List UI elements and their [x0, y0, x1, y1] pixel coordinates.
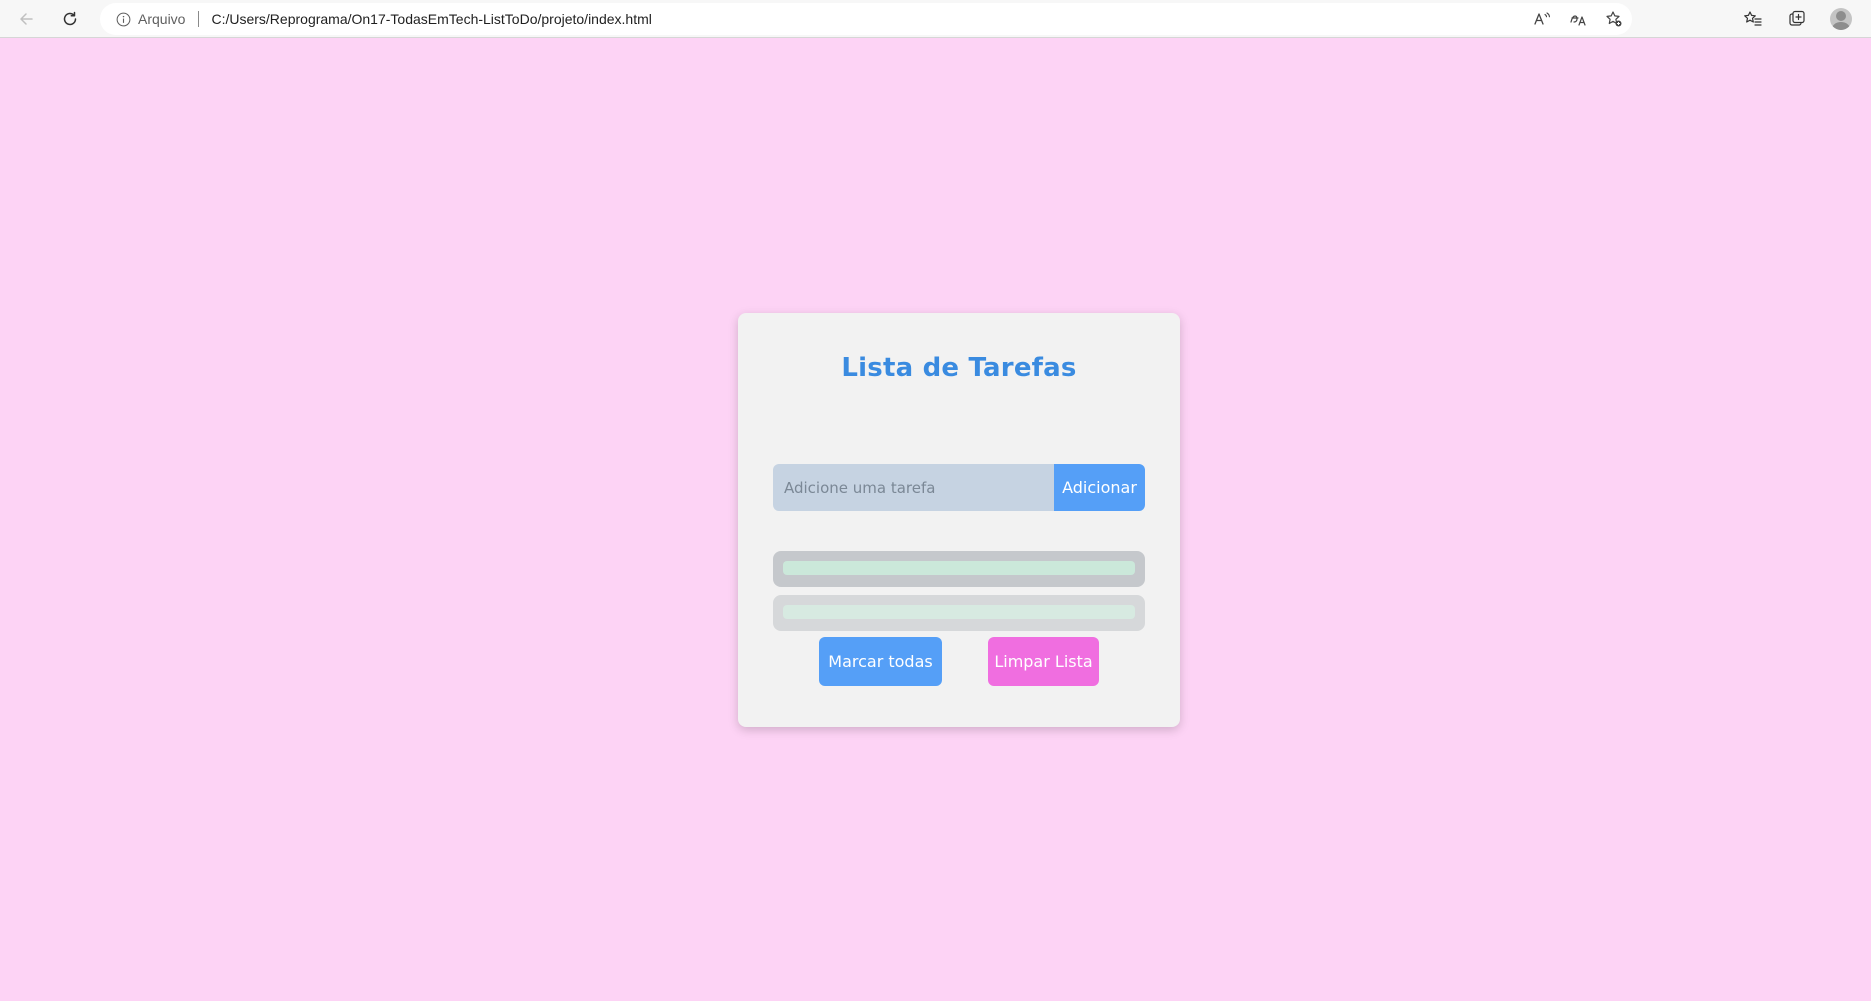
- collections-icon: [1789, 10, 1805, 26]
- info-icon: [116, 12, 131, 26]
- address-actions: [1524, 3, 1632, 35]
- address-separator: [198, 11, 200, 27]
- favorites-icon: [1744, 11, 1762, 26]
- add-favorite-button[interactable]: [1596, 3, 1632, 35]
- browser-toolbar-right: [1731, 0, 1871, 38]
- task-text: [783, 605, 1135, 619]
- task-item[interactable]: [773, 551, 1145, 587]
- back-button[interactable]: [11, 4, 41, 34]
- task-input[interactable]: [773, 464, 1054, 511]
- star-add-icon: [1606, 11, 1622, 27]
- collections-button[interactable]: [1775, 0, 1819, 38]
- url-text[interactable]: C:/Users/Reprograma/On17-TodasEmTech-Lis…: [211, 11, 651, 27]
- task-text: [783, 561, 1135, 575]
- translate-icon: [1570, 15, 1586, 26]
- mark-all-button[interactable]: Marcar todas: [819, 637, 942, 686]
- task-list: [773, 551, 1145, 639]
- translate-button[interactable]: [1560, 3, 1596, 35]
- site-info-label: Arquivo: [138, 11, 186, 27]
- clear-list-button[interactable]: Limpar Lista: [988, 637, 1099, 686]
- address-bar[interactable]: Arquivo C:/Users/Reprograma/On17-TodasEm…: [100, 3, 1632, 35]
- page-title: Lista de Tarefas: [841, 353, 1077, 383]
- reload-button[interactable]: [55, 4, 85, 34]
- browser-toolbar: Arquivo C:/Users/Reprograma/On17-TodasEm…: [0, 0, 1871, 38]
- reload-icon: [63, 11, 77, 26]
- page-background: Lista de Tarefas Adicionar Marcar todas …: [0, 38, 1871, 1001]
- task-item[interactable]: [773, 595, 1145, 631]
- arrow-left-icon: [20, 13, 33, 25]
- avatar: [1830, 8, 1852, 30]
- read-aloud-button[interactable]: [1524, 3, 1560, 35]
- add-button[interactable]: Adicionar: [1054, 464, 1145, 511]
- todo-card: Lista de Tarefas Adicionar Marcar todas …: [738, 313, 1180, 727]
- favorites-button[interactable]: [1731, 0, 1775, 38]
- read-aloud-icon: [1534, 12, 1550, 25]
- profile-button[interactable]: [1819, 0, 1863, 38]
- add-task-form: Adicionar: [773, 464, 1145, 511]
- site-info-button[interactable]: Arquivo: [100, 3, 185, 35]
